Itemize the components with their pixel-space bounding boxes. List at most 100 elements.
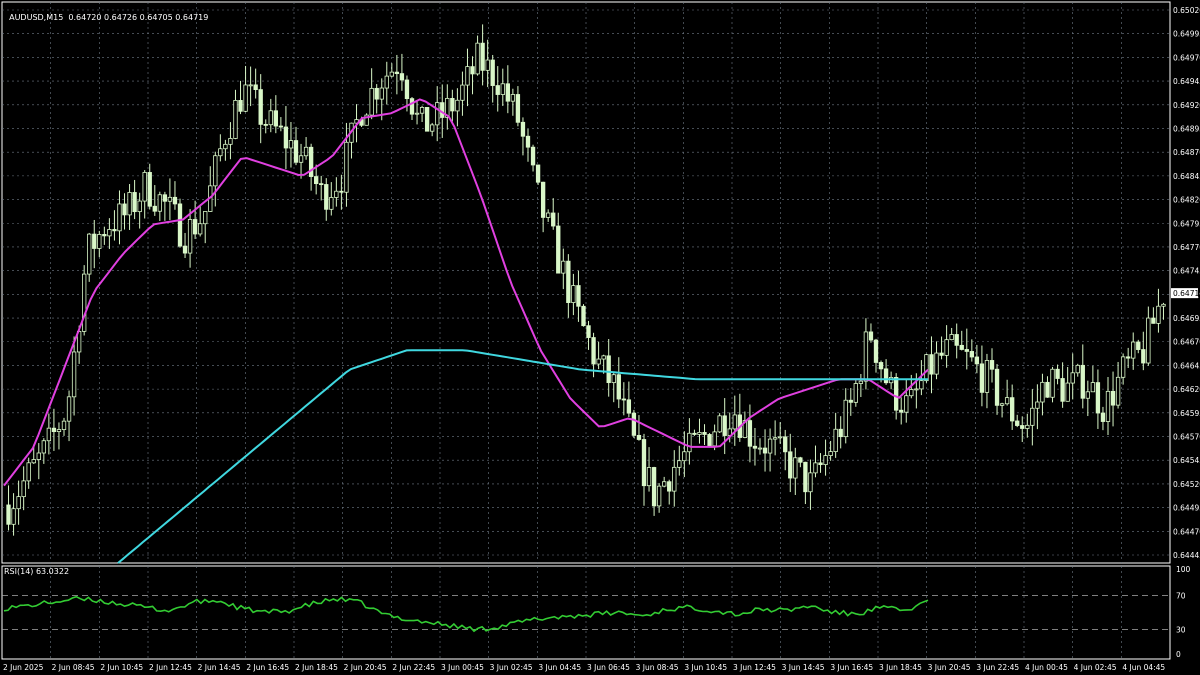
candle-body (16, 496, 21, 510)
candle-body (107, 229, 112, 237)
candle-body (132, 192, 137, 213)
candle-body (561, 260, 566, 274)
candle-body (82, 273, 87, 332)
candle-body (838, 428, 843, 438)
price-axis-label: 0.64820 (1173, 196, 1200, 205)
candle-body (682, 451, 687, 462)
candle-body (914, 388, 919, 391)
time-axis-label: 2 Jun 18:45 (295, 663, 338, 672)
ohlc-values: 0.64720 0.64726 0.64705 0.64719 (68, 13, 209, 22)
symbol-label: AUDUSD,M15 (9, 13, 64, 22)
candle-body (500, 83, 505, 95)
candle-body (556, 225, 561, 274)
candle-body (732, 414, 737, 430)
time-axis-label: 4 Jun 04:45 (1122, 663, 1165, 672)
candle-body (899, 409, 904, 413)
candle-body (319, 183, 324, 186)
candle-body (808, 472, 813, 493)
candle-body (994, 368, 1000, 406)
candle-body (1151, 317, 1156, 324)
candle-body (71, 351, 77, 398)
candle-body (495, 85, 500, 95)
candle-body (460, 84, 465, 101)
candle-body (697, 432, 702, 435)
time-axis-label: 2 Jun 14:45 (198, 663, 241, 672)
candle-body (243, 84, 248, 112)
price-axis-label: 0.64845 (1173, 172, 1200, 181)
price-axis-label: 0.64545 (1173, 456, 1200, 465)
candle-body (540, 181, 546, 218)
candle-body (752, 445, 758, 449)
rsi-axis-label: 70 (1176, 592, 1186, 601)
price-axis-label: 0.64870 (1173, 148, 1200, 157)
candle-body (177, 203, 183, 247)
candle-body (843, 399, 848, 438)
candle-body (394, 71, 400, 75)
candle-body (1095, 382, 1101, 414)
rsi-header: RSI(14) 63.0322 (4, 567, 70, 576)
candle-body (1110, 390, 1116, 406)
price-chart[interactable]: 0.65020 0.64995 0.64970 0.64945 0.64920 0.648… (0, 0, 1200, 675)
candle-body (934, 352, 939, 375)
candle-body (117, 203, 122, 232)
price-axis-label: 0.64445 (1173, 551, 1200, 560)
candle-body (1126, 356, 1131, 359)
time-axis-label: 2 Jun 12:45 (149, 663, 192, 672)
candle-body (586, 325, 591, 338)
candle-body (147, 172, 152, 207)
candle-body (1025, 424, 1030, 429)
candle-body (1105, 390, 1111, 422)
candle-body (485, 59, 490, 71)
candle-body (656, 485, 662, 507)
candle-body (490, 59, 495, 86)
price-axis-label: 0.65020 (1173, 6, 1200, 15)
candle-body (11, 508, 16, 525)
candle-body (999, 403, 1005, 406)
price-axis-label: 0.64620 (1173, 385, 1200, 394)
candle-body (909, 389, 914, 397)
candle-body (606, 355, 611, 384)
time-axis-label: 3 Jun 22:45 (976, 663, 1019, 672)
candle-body (142, 172, 147, 202)
rsi-line (3, 595, 929, 633)
time-axis-label: 3 Jun 16:45 (830, 663, 873, 672)
candle-body (273, 110, 278, 127)
candle-body (677, 460, 682, 468)
candle-body (1040, 381, 1045, 403)
candle-body (959, 344, 964, 350)
candle-body (707, 434, 712, 447)
candle-body (636, 434, 642, 440)
candle-body (283, 126, 289, 149)
candle-body (298, 155, 304, 163)
candle-body (435, 102, 440, 126)
price-axis-label: 0.64945 (1173, 77, 1200, 86)
candle-body (419, 107, 425, 114)
candle-body (505, 83, 510, 102)
candle-body (818, 462, 823, 466)
candle-body (1161, 303, 1166, 307)
candle-body (1020, 425, 1025, 429)
candle-body (233, 100, 238, 139)
candle-body (102, 234, 107, 237)
candle-body (813, 462, 818, 474)
candle-body (712, 431, 717, 447)
candle-body (1070, 372, 1075, 384)
time-axis-label: 3 Jun 04:45 (538, 663, 581, 672)
rsi-axis-label: 0 (1176, 650, 1181, 659)
candle-body (404, 79, 410, 100)
time-axis-label: 2 Jun 2025 (3, 663, 44, 672)
candle-body (974, 356, 980, 365)
candle-body (984, 360, 990, 393)
time-axis-label: 2 Jun 08:45 (52, 663, 95, 672)
candle-body (182, 245, 188, 254)
candle-body (591, 337, 596, 365)
candle-body (546, 212, 551, 218)
candle-body (36, 452, 41, 460)
price-axis-label: 0.64670 (1173, 338, 1200, 347)
rsi-axis-label: 30 (1176, 626, 1186, 635)
candle-body (97, 234, 102, 249)
candle-body (868, 331, 874, 341)
time-axis-label: 4 Jun 02:45 (1074, 663, 1117, 672)
candle-body (833, 428, 838, 452)
candle-body (1100, 412, 1106, 422)
